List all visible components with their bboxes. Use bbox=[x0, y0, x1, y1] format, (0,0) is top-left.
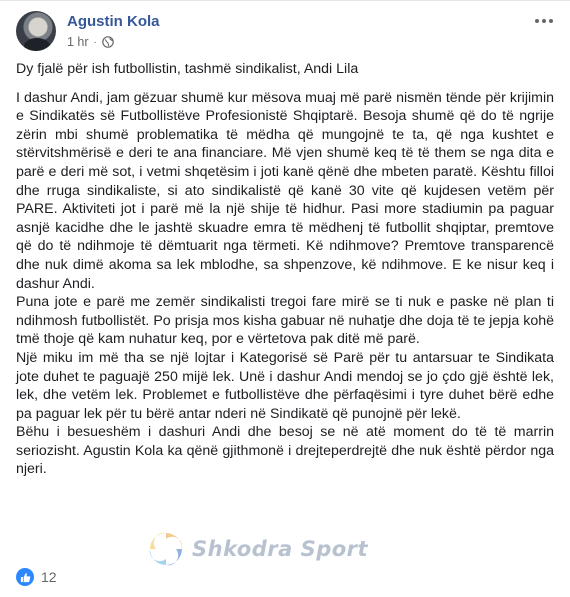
author-name[interactable]: Agustin Kola bbox=[67, 12, 160, 31]
post-paragraph: I dashur Andi, jam gëzuar shumë kur mëso… bbox=[16, 89, 554, 292]
post-headline: Dy fjalë për ish futbollistin, tashmë si… bbox=[16, 61, 359, 77]
author-block: Agustin Kola 1 hr · bbox=[67, 12, 160, 51]
reaction-count[interactable]: 12 bbox=[41, 569, 57, 585]
post-paragraph: Një miku im më tha se një lojtar i Kateg… bbox=[16, 349, 554, 422]
post-header: Agustin Kola 1 hr · bbox=[16, 10, 160, 52]
swirl-logo-icon bbox=[146, 529, 186, 569]
like-icon[interactable] bbox=[16, 568, 34, 586]
post-paragraph: Puna jote e parë me zemër sindikalisti t… bbox=[16, 294, 554, 348]
watermark: Shkodra Sport bbox=[146, 529, 368, 569]
post-body: Dy fjalë për ish futbollistin, tashmë si… bbox=[16, 60, 554, 479]
watermark-text: Shkodra Sport bbox=[192, 537, 369, 561]
meta-separator: · bbox=[93, 36, 97, 48]
ellipsis-icon[interactable] bbox=[532, 9, 556, 29]
post-meta: 1 hr · bbox=[67, 34, 160, 51]
post-paragraph: Bëhu i besueshëm i dashuri Andi dhe beso… bbox=[16, 424, 554, 478]
author-avatar[interactable] bbox=[16, 11, 56, 51]
facebook-post: Agustin Kola 1 hr · Dy fjalë për ish fut… bbox=[0, 0, 570, 597]
post-timestamp[interactable]: 1 hr bbox=[67, 34, 89, 51]
globe-icon[interactable] bbox=[102, 36, 114, 48]
reactions-bar[interactable]: 12 bbox=[16, 568, 57, 586]
